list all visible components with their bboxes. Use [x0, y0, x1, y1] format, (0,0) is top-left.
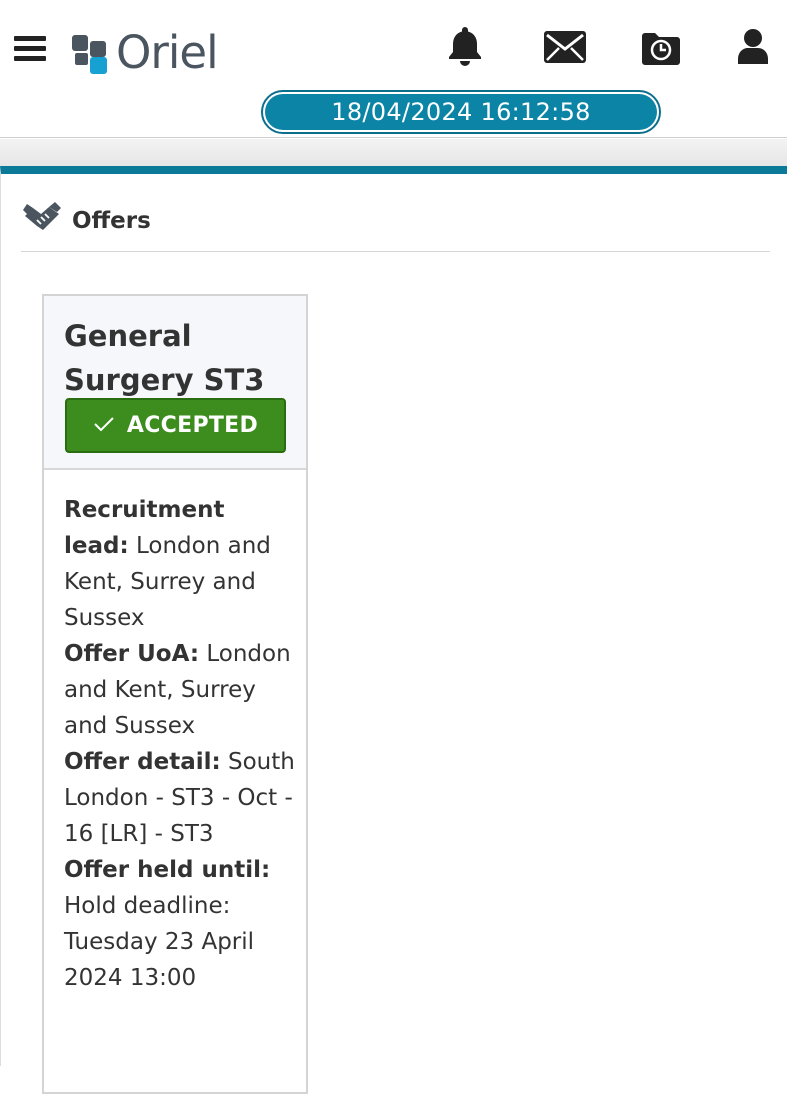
oriel-logo[interactable]: Oriel	[70, 26, 219, 79]
offer-uoa-label: Offer UoA:	[64, 641, 200, 667]
offer-card-header: General Surgery ST3 ACCEPTED	[44, 296, 306, 470]
recruitment-lead-field: Recruitment lead: London and Kent, Surre…	[64, 492, 296, 636]
panel-title: Offers	[72, 208, 151, 234]
offers-panel: Offers General Surgery ST3 ACCEPTED Recr…	[0, 166, 787, 1094]
handshake-icon	[23, 202, 63, 240]
logo-text: Oriel	[116, 26, 219, 79]
offer-detail-label: Offer detail:	[64, 749, 221, 775]
panel-heading: Offers	[21, 198, 770, 252]
session-datetime: 18/04/2024 16:12:58	[261, 90, 661, 134]
offer-detail-field: Offer detail: South London - ST3 - Oct -…	[64, 744, 296, 852]
header-shadow-strip	[0, 139, 787, 166]
offer-held-until-value: Hold deadline: Tuesday 23 April 2024 13:…	[64, 893, 255, 991]
offer-held-until-label: Offer held until:	[64, 857, 271, 883]
offer-uoa-field: Offer UoA: London and Kent, Surrey and S…	[64, 636, 296, 744]
oriel-logo-mark-icon	[70, 33, 110, 74]
offer-card-body: Recruitment lead: London and Kent, Surre…	[44, 470, 306, 996]
status-label: ACCEPTED	[126, 413, 259, 438]
checkmark-icon	[93, 413, 115, 438]
user-icon[interactable]	[736, 28, 770, 70]
status-badge: ACCEPTED	[65, 398, 286, 453]
clock-folder-icon[interactable]	[640, 28, 682, 70]
envelope-icon[interactable]	[543, 30, 587, 68]
menu-icon[interactable]	[14, 36, 46, 62]
offer-held-until-field: Offer held until: Hold deadline: Tuesday…	[64, 852, 296, 996]
offer-card: General Surgery ST3 ACCEPTED Recruitment…	[42, 294, 308, 1094]
datetime-text: 18/04/2024 16:12:58	[265, 94, 657, 130]
bell-icon[interactable]	[448, 26, 482, 70]
top-navigation-bar: Oriel 18/04/2024 16:12:58	[0, 0, 787, 138]
offer-title: General Surgery ST3	[64, 319, 265, 397]
